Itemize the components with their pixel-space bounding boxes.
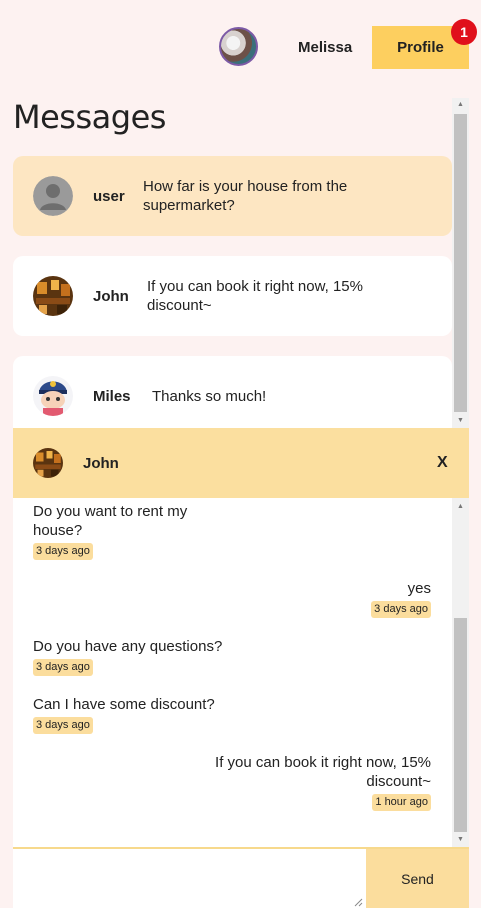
message-timestamp: 3 days ago [33,543,93,560]
conversation-preview: How far is your house from the supermark… [143,178,348,214]
message-timestamp: 3 days ago [33,717,93,734]
conversation-item-john[interactable]: John If you can book it right now, 15% d… [13,256,452,336]
conversation-name: user [93,187,125,205]
resize-grip-icon[interactable] [353,897,363,907]
conversation-item-miles[interactable]: Miles Thanks so much! [13,356,452,428]
john-avatar [33,276,73,316]
message-text: yes [407,580,431,597]
current-user-name: Melissa [298,39,353,56]
scrollbar-thumb[interactable] [454,114,467,412]
conversation-item-user[interactable]: user How far is your house from the supe… [13,156,452,236]
scroll-up-arrow-icon[interactable]: ▲ [452,500,469,514]
scrollbar-thumb[interactable] [454,618,467,832]
message-timestamp: 3 days ago [33,659,93,676]
chat-scrollbar[interactable]: ▲ ▼ [452,498,469,847]
message-text: Do you have any questions? [33,638,223,655]
chat-contact-name: John [83,455,119,472]
message-incoming: Do you want to rent my house? 3 days ago [33,502,233,560]
scroll-down-arrow-icon[interactable]: ▼ [452,414,469,428]
message-text: If you can book it right now, 15% discou… [215,754,431,790]
message-input[interactable] [13,849,366,908]
page-title: Messages [13,98,166,136]
chat-contact-avatar [33,448,63,478]
conversation-list-scrollbar[interactable]: ▲ ▼ [452,98,469,428]
miles-avatar [33,376,73,416]
notification-badge: 1 [451,19,477,45]
message-timestamp: 3 days ago [371,601,431,618]
current-user-avatar[interactable] [219,27,258,66]
conversation-preview: If you can book it right now, 15% discou… [147,278,363,314]
scroll-up-arrow-icon[interactable]: ▲ [452,98,469,112]
message-text: Can I have some discount? [33,696,215,713]
conversation-list: Messages user How far is your house from… [13,98,469,428]
chat-messages: Do you want to rent my house? 3 days ago… [13,498,469,847]
chat-header: John X [13,428,469,498]
conversation-name: Miles [93,387,131,405]
send-button[interactable]: Send [366,849,469,908]
message-outgoing: If you can book it right now, 15% discou… [201,753,431,811]
default-avatar-icon [33,176,73,216]
close-chat-button[interactable]: X [437,454,448,472]
message-incoming: Do you have any questions? 3 days ago [33,637,233,676]
scroll-down-arrow-icon[interactable]: ▼ [452,833,469,847]
message-timestamp: 1 hour ago [372,794,431,811]
conversation-preview: Thanks so much! [152,387,267,405]
message-text: Do you want to rent my house? [33,503,188,539]
message-outgoing: yes 3 days ago [201,579,431,618]
message-incoming: Can I have some discount? 3 days ago [33,695,233,734]
conversation-name: John [93,287,129,305]
